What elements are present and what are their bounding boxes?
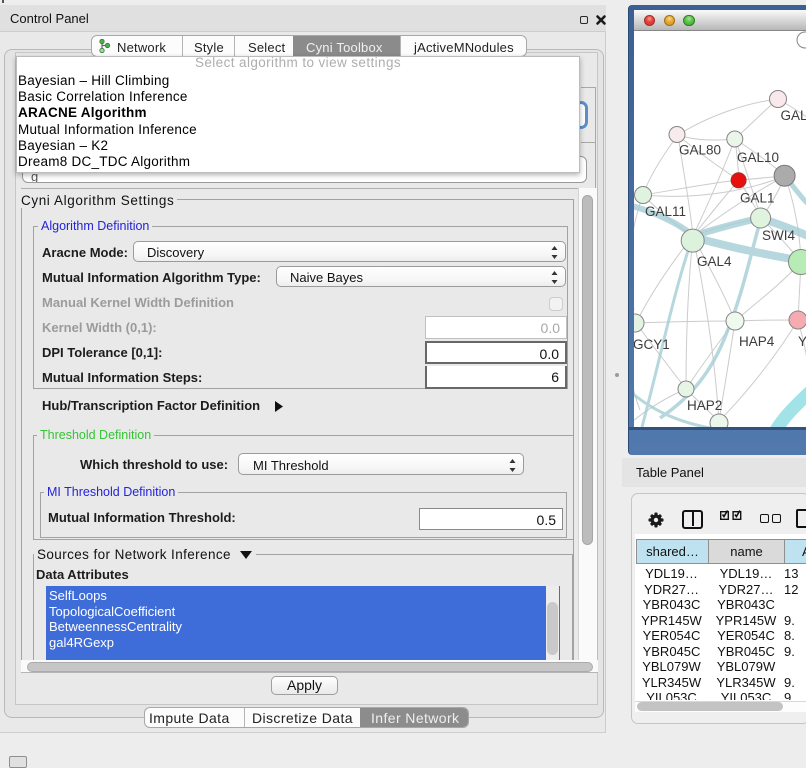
- svg-text:HAP4: HAP4: [739, 334, 775, 349]
- svg-text:GAL80: GAL80: [679, 143, 721, 158]
- svg-text:GAL11: GAL11: [645, 204, 686, 219]
- svg-text:GAL1: GAL1: [740, 191, 775, 206]
- svg-text:GCY1: GCY1: [634, 337, 670, 352]
- svg-text:GAL10: GAL10: [737, 150, 779, 165]
- svg-text:GAL4: GAL4: [697, 254, 732, 269]
- svg-text:GAL7: GAL7: [781, 108, 806, 123]
- svg-text:YJ: YJ: [798, 334, 806, 349]
- svg-text:HAP2: HAP2: [687, 398, 722, 413]
- svg-text:SWI4: SWI4: [762, 228, 795, 243]
